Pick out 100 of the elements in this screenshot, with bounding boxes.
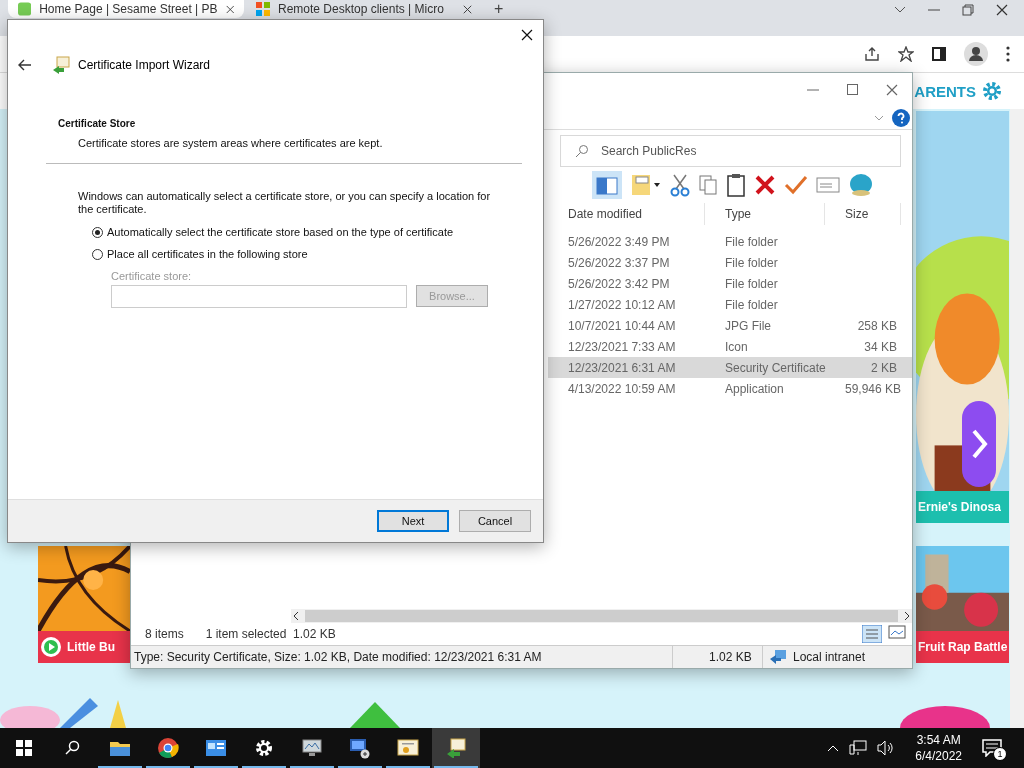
back-arrow-icon — [18, 59, 32, 71]
type-cell-text: File folder — [724, 276, 779, 291]
file-row[interactable]: 4/13/2022 10:59 AM Application 59,946 KB — [548, 378, 912, 399]
video-title[interactable]: Fruit Rap Battle — [916, 631, 1009, 663]
browser-tab[interactable]: Home Page | Sesame Street | PB — [8, 0, 244, 18]
control-panel-icon — [205, 739, 227, 757]
size-cell-text: 59,946 KB — [844, 381, 901, 396]
item-count: 8 items — [145, 627, 184, 641]
checkmark-icon — [784, 175, 808, 195]
clipboard-icon — [726, 173, 746, 197]
date-cell-text: 12/23/2021 6:31 AM — [567, 360, 677, 375]
horizontal-scrollbar[interactable] — [291, 609, 912, 623]
close-icon[interactable] — [521, 29, 533, 41]
details-summary: Type: Security Certificate, Size: 1.02 KB, Date modified: 12/23/2021 6:31 AM — [131, 646, 673, 668]
file-row[interactable]: 10/7/2021 10:44 AM JPG File 258 KB — [548, 315, 912, 336]
close-icon[interactable] — [996, 4, 1008, 16]
radio-option[interactable]: Automatically select the certificate store based on the type of certificate — [92, 226, 523, 238]
date-cell-text: 10/7/2021 10:44 AM — [567, 318, 677, 333]
file-row[interactable]: 5/26/2022 3:49 PM File folder — [548, 231, 912, 252]
share-icon — [864, 46, 880, 62]
file-row[interactable]: 12/23/2021 6:31 AM Security Certificate 2 KB — [548, 357, 912, 378]
scrollbar[interactable] — [1010, 109, 1024, 728]
folder-view-icon — [630, 173, 662, 197]
network-zone-icon — [769, 649, 787, 665]
date-cell-text: 5/26/2022 3:42 PM — [567, 276, 671, 291]
profile-icon — [964, 42, 988, 66]
windows-logo-icon — [16, 740, 32, 756]
settings-icon — [982, 81, 1002, 101]
scroll-right-icon — [902, 611, 912, 621]
date-cell-text: 5/26/2022 3:37 PM — [567, 255, 671, 270]
type-cell-text: File folder — [724, 297, 779, 312]
section-subtitle: Certificate stores are system areas where certificates are kept. — [78, 137, 384, 149]
type-cell-text: Application — [724, 381, 785, 396]
video-title[interactable]: Little Bu — [38, 631, 130, 663]
date-cell-text: 5/26/2022 3:49 PM — [567, 234, 671, 249]
date-cell-text: 12/23/2021 7:33 AM — [567, 339, 677, 354]
copy-icon — [698, 174, 718, 196]
cancel-button[interactable]: Cancel — [459, 510, 531, 532]
taskbar-app[interactable] — [432, 728, 480, 768]
section-title: Certificate Store — [58, 118, 137, 129]
file-row[interactable]: 1/27/2022 10:12 AM File folder — [548, 294, 912, 315]
volume-icon — [877, 740, 896, 756]
new-tab-button[interactable]: + — [494, 0, 504, 17]
search-icon — [64, 740, 80, 756]
intro-text: Windows can automatically select a certificate store, or you can specify a location for the certificate. — [78, 190, 492, 216]
type-cell-text: Icon — [724, 339, 749, 354]
type-cell-text: JPG File — [724, 318, 772, 333]
help-icon — [892, 108, 910, 127]
size-cell-text: 34 KB — [863, 339, 898, 354]
dialog-title: Certificate Import Wizard — [78, 58, 211, 72]
delete-icon — [754, 174, 776, 196]
chevron-up-icon — [827, 744, 840, 752]
date-cell-text: 1/27/2022 10:12 AM — [567, 297, 677, 312]
size-cell-text: 258 KB — [856, 318, 898, 333]
settings-icon — [254, 738, 274, 758]
zone-label: Local intranet — [793, 650, 866, 664]
notification-icon — [982, 739, 1002, 757]
scissors-icon — [670, 173, 690, 197]
selection-info: 1 item selected 1.02 KB — [205, 627, 336, 641]
menu-icon — [1006, 46, 1010, 62]
scroll-left-icon — [291, 611, 301, 621]
radio-option[interactable]: Place all certificates in the following store — [92, 248, 523, 260]
chevron-down-icon — [874, 114, 884, 121]
globe-icon — [848, 173, 874, 197]
search-field[interactable]: Search PublicRes — [560, 135, 901, 167]
restore-icon — [962, 4, 974, 16]
folder-icon — [109, 739, 131, 757]
browser-tab[interactable]: Remote Desktop clients | Micro — [246, 0, 482, 18]
search-icon — [575, 144, 589, 158]
date-cell-text: 4/13/2022 10:59 AM — [567, 381, 677, 396]
remote-desktop-icon — [349, 737, 371, 759]
file-row[interactable]: 5/26/2022 3:37 PM File folder — [548, 252, 912, 273]
type-cell-text: File folder — [724, 234, 779, 249]
notification-badge: 1 — [993, 747, 1007, 761]
column-header[interactable]: Type — [705, 203, 825, 225]
maximize-icon — [847, 84, 858, 95]
close-icon[interactable] — [463, 4, 472, 14]
column-header[interactable]: Date modified — [548, 203, 705, 225]
minimize-icon — [928, 9, 940, 11]
next-button[interactable]: Next — [377, 510, 449, 532]
preview-pane-icon — [592, 171, 622, 199]
minimize-icon — [807, 88, 819, 91]
details-size: 1.02 KB — [673, 646, 763, 668]
type-cell-text: Security Certificate — [724, 360, 825, 375]
monitor-icon — [301, 738, 323, 758]
thumbnail-view-icon — [888, 625, 906, 639]
star-icon — [898, 46, 914, 62]
file-row[interactable]: 12/23/2021 7:33 AM Icon 34 KB — [548, 336, 912, 357]
column-header[interactable]: Size — [825, 203, 901, 225]
site-icon — [18, 2, 32, 16]
windows-logo-icon — [256, 2, 270, 16]
properties-icon — [816, 176, 840, 194]
certificate-icon — [397, 738, 419, 758]
network-icon — [849, 740, 868, 756]
play-icon — [40, 636, 62, 658]
details-view-icon — [862, 625, 882, 643]
size-cell-text: 2 KB — [870, 360, 898, 375]
file-row[interactable]: 5/26/2022 3:42 PM File folder — [548, 273, 912, 294]
sidebar-icon — [932, 47, 946, 61]
clock[interactable]: 3:54 AM 6/4/2022 — [905, 732, 972, 764]
